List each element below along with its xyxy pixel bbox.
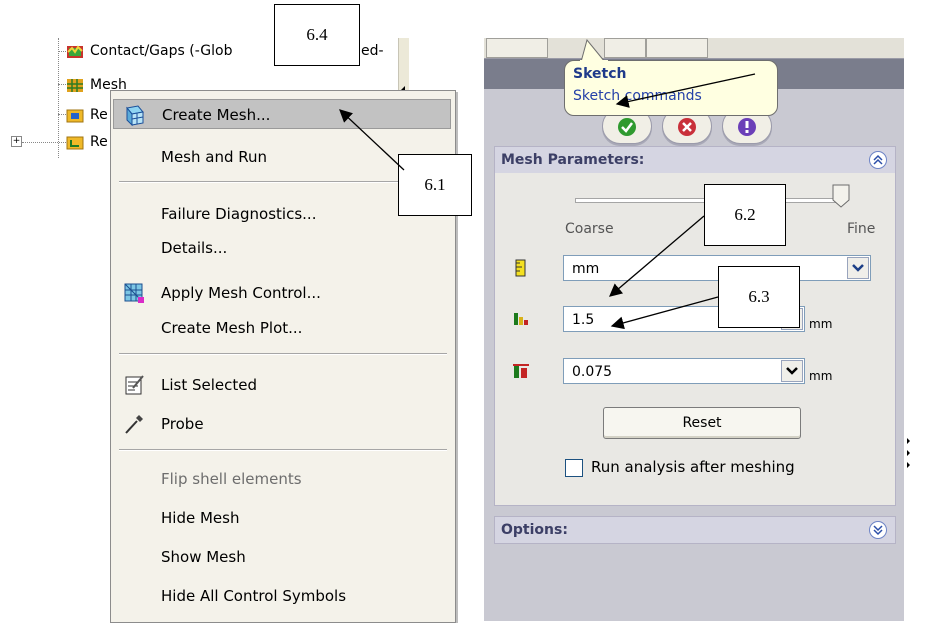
annotation-arrow-6-1	[339, 109, 405, 171]
annotation-arrows	[339, 73, 756, 330]
annotation-arrow-6-2	[609, 215, 705, 297]
annotation-arrow-6-4	[615, 73, 756, 108]
annotation-arrow-6-3	[610, 296, 719, 330]
